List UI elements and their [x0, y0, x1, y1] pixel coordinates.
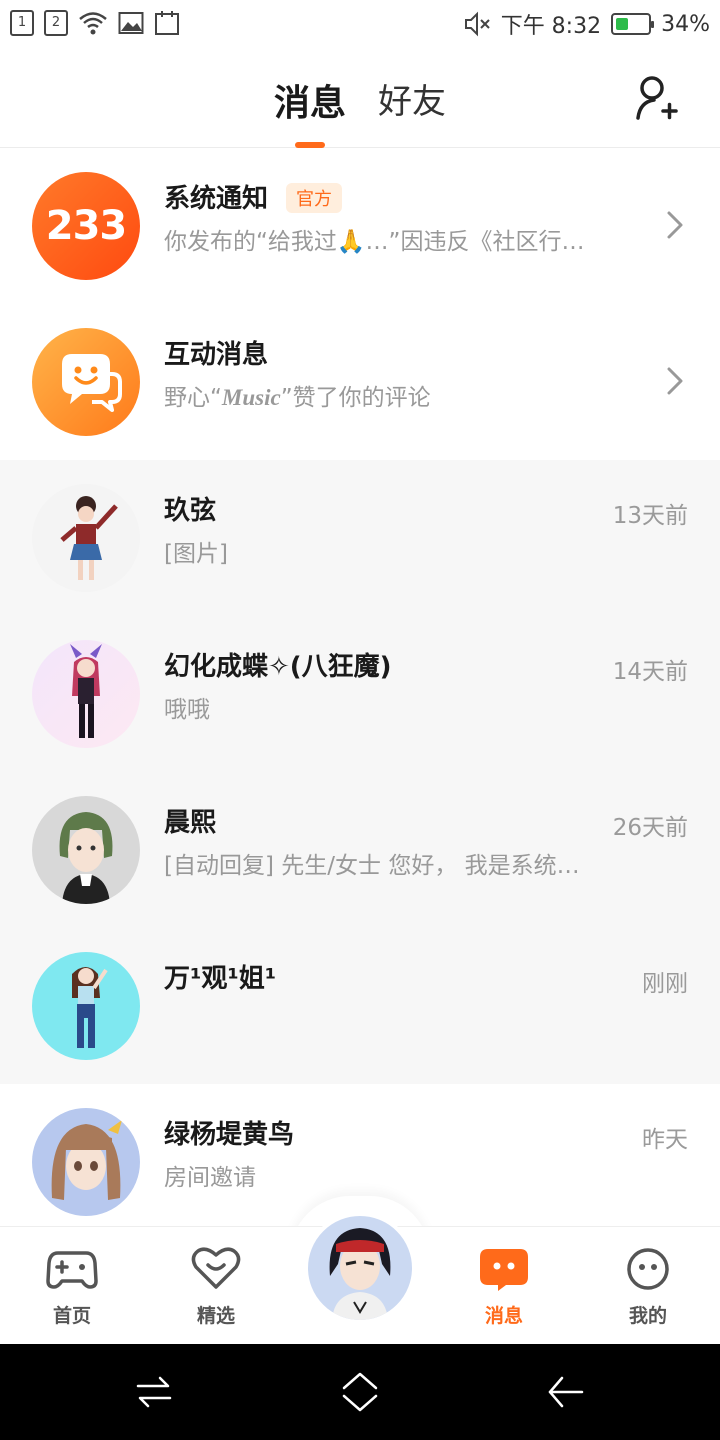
header: 消息 好友 — [0, 50, 720, 148]
contact-name: 万¹观¹姐¹ — [164, 964, 277, 994]
message-preview: 哦哦 — [164, 697, 210, 723]
sim1-icon: 1 — [10, 10, 34, 36]
message-preview: 房间邀请 — [164, 1165, 256, 1191]
chat-bubble-icon — [62, 354, 122, 412]
status-bar: 1 2 下午 8:32 34% — [0, 0, 720, 50]
gamepad-icon — [46, 1251, 98, 1289]
interaction-avatar — [32, 328, 140, 436]
back-icon[interactable] — [546, 1372, 586, 1412]
row-subtitle: 野心“Music”赞了你的评论 — [164, 385, 431, 411]
conversation-row[interactable]: 晨熙 [自动回复] 先生/女士 您好， 我是系统… 26天前 — [0, 772, 720, 928]
system-nav-bar — [0, 1344, 720, 1440]
clock: 下午 8:32 — [500, 14, 602, 39]
avatar — [32, 1108, 140, 1216]
center-avatar-button[interactable] — [304, 1212, 416, 1324]
avatar — [32, 952, 140, 1060]
row-subtitle: 你发布的“给我过🙏…”因违反《社区行… — [164, 229, 585, 255]
wifi-icon — [79, 12, 107, 35]
message-time: 昨天 — [642, 1127, 688, 1153]
avatar — [32, 484, 140, 592]
message-time: 刚刚 — [642, 971, 688, 997]
add-friend-icon[interactable] — [634, 74, 678, 122]
nav-featured[interactable]: 精选 — [176, 1247, 256, 1328]
face-icon — [627, 1248, 669, 1290]
nav-label: 精选 — [196, 1305, 235, 1327]
system-logo-avatar: 233 — [32, 172, 140, 280]
battery-icon — [611, 13, 655, 35]
nav-me[interactable]: 我的 — [608, 1247, 688, 1328]
home-icon[interactable] — [340, 1372, 380, 1412]
row-title: 系统通知 官方 — [164, 178, 343, 215]
nav-label: 首页 — [52, 1305, 91, 1327]
contact-name: 幻化成蝶✧(八狂魔) — [164, 652, 392, 682]
avatar — [32, 796, 140, 904]
nav-home[interactable]: 首页 — [32, 1247, 112, 1328]
mute-icon — [464, 11, 490, 37]
conversation-row[interactable]: 玖弦 [图片] 13天前 — [0, 460, 720, 616]
contact-name: 玖弦 — [164, 496, 217, 526]
message-time: 26天前 — [612, 815, 688, 841]
chevron-right-icon — [667, 211, 683, 239]
heart-chat-icon — [191, 1247, 241, 1289]
calendar-icon — [155, 11, 179, 35]
row-title: 互动消息 — [164, 340, 269, 370]
interaction-messages-row[interactable]: 互动消息 野心“Music”赞了你的评论 — [0, 304, 720, 460]
message-preview: [图片] — [164, 541, 228, 567]
contact-name: 绿杨堤黄鸟 — [164, 1120, 295, 1150]
nav-messages[interactable]: 消息 — [464, 1247, 544, 1328]
sim2-icon: 2 — [44, 10, 68, 36]
nav-label: 我的 — [628, 1305, 667, 1327]
nav-label: 消息 — [484, 1305, 523, 1327]
message-icon — [480, 1249, 528, 1291]
avatar — [32, 640, 140, 748]
official-badge: 官方 — [286, 182, 343, 213]
message-preview: [自动回复] 先生/女士 您好， 我是系统… — [164, 853, 580, 879]
recent-apps-icon[interactable] — [136, 1372, 172, 1412]
tab-messages[interactable]: 消息 — [274, 74, 346, 126]
chevron-right-icon — [667, 367, 683, 395]
message-time: 14天前 — [612, 659, 688, 685]
message-time: 13天前 — [612, 503, 688, 529]
conversation-row[interactable]: 幻化成蝶✧(八狂魔) 哦哦 14天前 — [0, 616, 720, 772]
system-notification-row[interactable]: 233 系统通知 官方 你发布的“给我过🙏…”因违反《社区行… — [0, 148, 720, 304]
conversation-row[interactable]: 万¹观¹姐¹ 刚刚 — [0, 928, 720, 1084]
contact-name: 晨熙 — [164, 808, 217, 838]
battery-percent: 34% — [661, 11, 710, 37]
tab-friends[interactable]: 好友 — [378, 74, 446, 123]
image-icon — [118, 12, 144, 34]
